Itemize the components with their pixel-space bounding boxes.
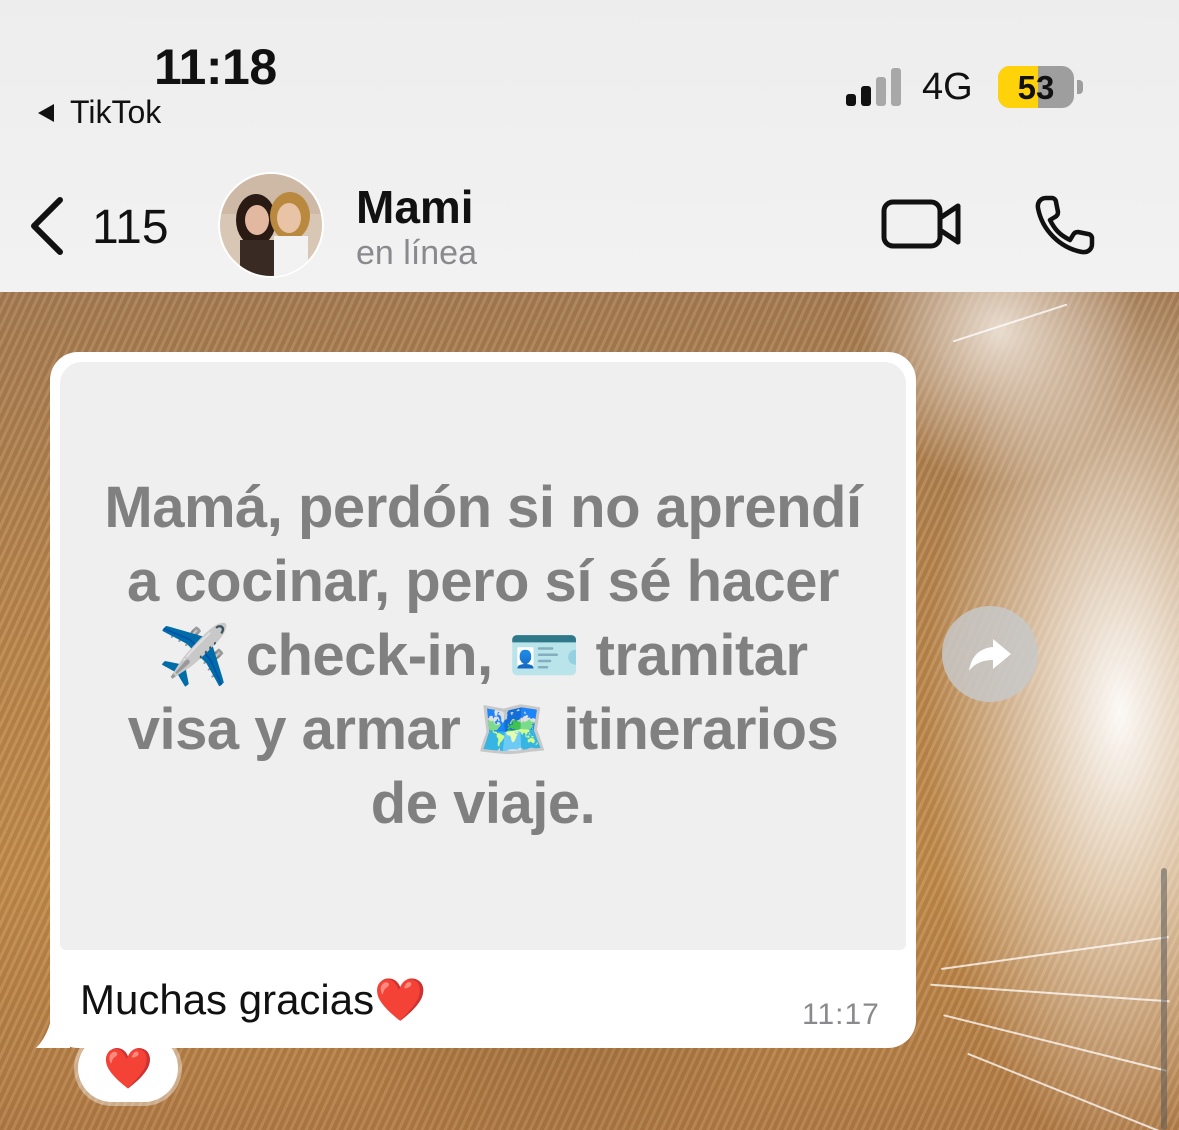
back-app-label: TikTok — [70, 94, 162, 130]
media-text: Mamá, perdón si no aprendí a cocinar, pe… — [104, 475, 862, 836]
contact-name[interactable]: Mami — [356, 180, 474, 234]
status-time: 11:18 — [154, 39, 277, 95]
signal-bar — [876, 77, 886, 106]
video-camera-icon[interactable] — [880, 194, 964, 254]
message-media[interactable]: Mamá, perdón si no aprendí a cocinar, pe… — [60, 362, 906, 950]
battery-cap — [1077, 80, 1083, 94]
message-caption: Muchas gracias❤️ — [80, 976, 427, 1023]
phone-icon[interactable] — [1032, 192, 1098, 258]
forward-arrow-icon — [969, 639, 1011, 671]
message-timestamp: 11:17 — [802, 998, 880, 1031]
signal-bar — [861, 86, 871, 106]
signal-bar — [846, 94, 856, 106]
wallpaper-whisker — [930, 983, 1170, 1003]
contact-status: en línea — [356, 234, 477, 272]
signal-bar — [891, 68, 901, 106]
chevron-left-icon[interactable] — [24, 194, 72, 258]
signal-strength-icon — [846, 68, 904, 106]
wallpaper-whisker — [952, 303, 1068, 343]
wallpaper-whisker — [943, 1014, 1167, 1072]
forward-button[interactable] — [942, 606, 1038, 702]
message-reaction[interactable]: ❤️ — [78, 1034, 178, 1102]
battery-level: 53 — [1017, 69, 1055, 106]
battery-icon: 53 — [998, 66, 1074, 108]
back-to-app-link[interactable]: TikTok — [38, 94, 161, 131]
scrollbar[interactable] — [1161, 868, 1167, 1130]
unread-count[interactable]: 115 — [92, 200, 169, 255]
avatar-photo — [220, 174, 322, 276]
contact-avatar[interactable] — [218, 172, 324, 278]
wallpaper-whisker — [967, 1052, 1163, 1130]
network-type: 4G — [922, 66, 973, 108]
back-triangle-icon — [38, 103, 54, 122]
wallpaper-whisker — [940, 936, 1170, 970]
